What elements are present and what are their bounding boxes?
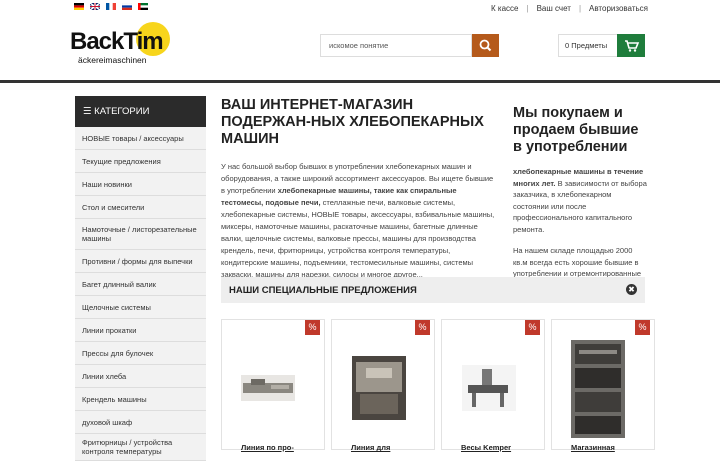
cart-summary[interactable]: 0 Предметы bbox=[558, 34, 618, 57]
logo-sub-text: äckereimaschinen bbox=[78, 55, 147, 65]
sidebar-item-baguette[interactable]: Багет длинный валик bbox=[75, 273, 206, 296]
sidebar-item-oven[interactable]: духовой шкаф bbox=[75, 411, 206, 434]
product-name[interactable]: Весы Kemper bbox=[461, 443, 511, 452]
logo-main-text: BackTim bbox=[70, 28, 164, 55]
sidebar-item-offers[interactable]: Текущие предложения bbox=[75, 150, 206, 173]
discount-badge: % bbox=[415, 320, 430, 335]
product-image[interactable] bbox=[462, 365, 516, 411]
cart-button[interactable] bbox=[617, 34, 645, 57]
main-intro: ВАШ ИНТЕРНЕТ-МАГАЗИН ПОДЕРЖАН-НЫХ ХЛЕБОП… bbox=[221, 97, 496, 281]
page-title: ВАШ ИНТЕРНЕТ-МАГАЗИН ПОДЕРЖАН-НЫХ ХЛЕБОП… bbox=[221, 97, 484, 147]
language-flags bbox=[74, 3, 148, 10]
product-card[interactable]: % Линия для bbox=[331, 319, 435, 452]
account-links: К кассе | Ваш счет | Авторизоваться bbox=[491, 4, 648, 13]
sidebar-item-fryers[interactable]: Фритюрницы / устройства контроля темпера… bbox=[75, 434, 206, 461]
sidebar-item-rolling[interactable]: Линии прокатки bbox=[75, 319, 206, 342]
separator: | bbox=[578, 4, 582, 13]
sidebar-title: КАТЕГОРИИ bbox=[94, 106, 150, 117]
product-card[interactable]: % Весы Kemper bbox=[441, 319, 545, 452]
sidebar-item-sheeters[interactable]: Намоточные / листорезательные машины bbox=[75, 219, 206, 250]
separator: | bbox=[526, 4, 529, 13]
product-image[interactable] bbox=[241, 375, 295, 401]
sidebar-item-trays[interactable]: Противни / формы для выпечки bbox=[75, 250, 206, 273]
site-logo[interactable]: BackTim äckereimaschinen bbox=[70, 22, 174, 70]
search-icon bbox=[479, 39, 492, 52]
flag-fr-icon[interactable] bbox=[106, 3, 116, 10]
search-input[interactable]: искомое понятие bbox=[320, 34, 472, 57]
sidebar-item-presses[interactable]: Прессы для булочек bbox=[75, 342, 206, 365]
special-offers-title: НАШИ СПЕЦИАЛЬНЫЕ ПРЕДЛОЖЕНИЯ bbox=[229, 285, 417, 296]
sidebar-item-tables[interactable]: Стол и смесители bbox=[75, 196, 206, 219]
flag-ae-icon[interactable] bbox=[138, 3, 148, 10]
search-button[interactable] bbox=[472, 34, 499, 57]
menu-icon: ☰ bbox=[83, 106, 95, 117]
product-grid: % Линия по про- % Линия для % Весы Kempe… bbox=[221, 319, 655, 452]
category-sidebar: ☰ КАТЕГОРИИ НОВЫЕ товары / аксессуары Те… bbox=[75, 96, 206, 461]
flag-de-icon[interactable] bbox=[74, 3, 84, 10]
intro-text-rest: стеллажные печи, валковые системы, хлебо… bbox=[221, 198, 495, 279]
flag-ru-icon[interactable] bbox=[122, 3, 132, 10]
product-card[interactable]: % Линия по про- bbox=[221, 319, 325, 452]
header-divider bbox=[0, 80, 720, 83]
flag-uk-icon[interactable] bbox=[90, 3, 100, 10]
about-title: Мы покупаем и продаем бывшие в употребле… bbox=[513, 105, 639, 155]
discount-badge: % bbox=[305, 320, 320, 335]
intro-text: У нас большой выбор бывших в употреблени… bbox=[221, 161, 496, 281]
special-offers-bar: НАШИ СПЕЦИАЛЬНЫЕ ПРЕДЛОЖЕНИЯ ✖ bbox=[221, 277, 645, 303]
about-box: Мы покупаем и продаем бывшие в употребле… bbox=[513, 105, 648, 291]
product-name[interactable]: Магазинная bbox=[571, 443, 615, 452]
sidebar-item-lye[interactable]: Щелочные системы bbox=[75, 296, 206, 319]
top-bar: К кассе | Ваш счет | Авторизоваться bbox=[0, 0, 720, 18]
product-card[interactable]: % Магазинная bbox=[551, 319, 655, 452]
discount-badge: % bbox=[635, 320, 650, 335]
product-name[interactable]: Линия по про- bbox=[241, 443, 294, 452]
checkout-link[interactable]: К кассе bbox=[491, 4, 518, 13]
product-image[interactable] bbox=[571, 340, 625, 438]
sidebar-item-pretzel[interactable]: Крендель машины bbox=[75, 388, 206, 411]
account-link[interactable]: Ваш счет bbox=[537, 4, 571, 13]
sidebar-item-new[interactable]: НОВЫЕ товары / аксессуары bbox=[75, 127, 206, 150]
login-link[interactable]: Авторизоваться bbox=[589, 4, 648, 13]
product-image[interactable] bbox=[352, 356, 406, 420]
sidebar-item-novelties[interactable]: Наши новинки bbox=[75, 173, 206, 196]
cart-icon bbox=[625, 40, 640, 52]
sidebar-item-bread[interactable]: Линии хлеба bbox=[75, 365, 206, 388]
close-icon[interactable]: ✖ bbox=[626, 284, 637, 295]
discount-badge: % bbox=[525, 320, 540, 335]
product-name[interactable]: Линия для bbox=[351, 443, 390, 452]
sidebar-header[interactable]: ☰ КАТЕГОРИИ bbox=[75, 96, 206, 127]
about-text: хлебопекарные машины в течение многих ле… bbox=[513, 166, 648, 235]
